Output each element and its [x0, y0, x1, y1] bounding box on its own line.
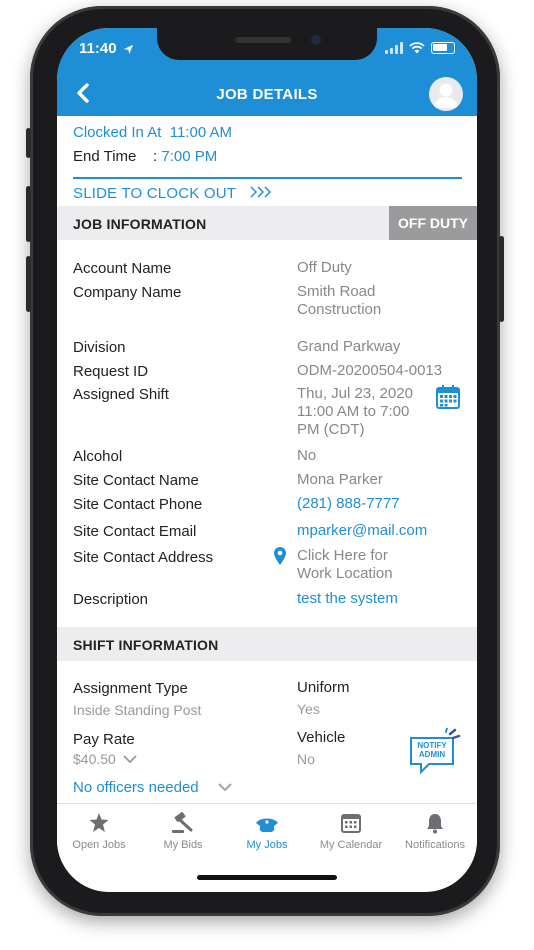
- assigned-shift-value: Thu, Jul 23, 2020 11:00 AM to 7:00 PM (C…: [297, 385, 413, 439]
- battery-icon: [431, 42, 455, 54]
- gavel-icon: [172, 812, 193, 833]
- pay-rate-dropdown[interactable]: $40.50: [73, 751, 138, 767]
- wifi-icon: [409, 42, 425, 54]
- off-duty-badge: OFF DUTY: [389, 206, 477, 240]
- job-information-header: JOB INFORMATION OFF DUTY: [57, 206, 477, 240]
- tab-bar: Open Jobs My Bids My Jobs My Calendar No…: [57, 803, 477, 863]
- officers-value: No officers needed: [73, 779, 199, 796]
- triple-chevron-right-icon[interactable]: [249, 184, 273, 205]
- home-indicator[interactable]: [197, 875, 337, 880]
- company-name-label: Company Name: [73, 284, 182, 301]
- location-arrow-icon: [123, 42, 134, 60]
- vehicle-label: Vehicle: [297, 729, 346, 746]
- screen: 11:40 JOB DETAILS Clocked In At 11:00 AM…: [57, 28, 477, 892]
- work-location-line2: Work Location: [297, 565, 393, 582]
- site-contact-email-label: Site Contact Email: [73, 523, 197, 540]
- tab-label: Notifications: [405, 839, 465, 851]
- end-time-value: 7:00 PM: [161, 148, 218, 165]
- clock-panel: Clocked In At 11:00 AM End Time : 7:00 P…: [57, 116, 477, 202]
- site-contact-phone-link[interactable]: (281) 888-7777: [297, 495, 400, 513]
- division-value: Grand Parkway: [297, 338, 401, 355]
- account-name-value: Off Duty: [297, 259, 352, 276]
- section-title: JOB INFORMATION: [73, 216, 207, 232]
- uniform-label: Uniform: [297, 679, 350, 696]
- tab-open-jobs[interactable]: Open Jobs: [57, 804, 141, 863]
- tab-label: My Calendar: [319, 839, 383, 851]
- tab-label: My Bids: [163, 839, 203, 851]
- site-contact-phone-label: Site Contact Phone: [73, 496, 203, 513]
- work-location-link[interactable]: Click Here for Work Location: [297, 547, 393, 583]
- badge-star-icon: [89, 813, 109, 832]
- pay-rate-label: Pay Rate: [73, 731, 135, 748]
- notify-line2: ADMIN: [419, 750, 445, 759]
- shift-information-header: SHIFT INFORMATION: [57, 627, 477, 661]
- alcohol-value: No: [297, 447, 317, 464]
- speaker: [235, 37, 291, 43]
- notch: [157, 28, 377, 60]
- site-contact-email-link[interactable]: mparker@mail.com: [297, 522, 427, 540]
- clocked-in-value: 11:00 AM: [169, 124, 232, 141]
- site-contact-name-label: Site Contact Name: [73, 472, 199, 489]
- request-id-value: ODM-20200504-0013: [297, 362, 443, 379]
- assigned-shift-line3: PM (CDT): [297, 421, 365, 438]
- vehicle-value: No: [297, 751, 315, 767]
- user-icon: [434, 83, 458, 108]
- chevron-down-icon: [123, 755, 137, 764]
- divider: [73, 177, 462, 179]
- assigned-shift-label: Assigned Shift: [73, 386, 169, 403]
- assigned-shift-line2: 11:00 AM to 7:00: [297, 403, 410, 420]
- end-time-row: End Time : 7:00 PM: [73, 148, 217, 165]
- notify-line1: NOTIFY: [417, 741, 447, 750]
- clocked-in-label: Clocked In At: [73, 124, 162, 141]
- tab-label: Open Jobs: [72, 839, 126, 851]
- work-location-line1: Click Here for: [297, 547, 388, 564]
- tab-my-jobs[interactable]: My Jobs: [225, 804, 309, 863]
- assignment-type-value: Inside Standing Post: [73, 702, 202, 718]
- status-icons: [385, 42, 455, 54]
- phone-power-button: [499, 236, 504, 322]
- nav-bar: JOB DETAILS: [57, 72, 477, 116]
- signal-icon: [385, 42, 403, 54]
- tab-label: My Jobs: [246, 839, 288, 851]
- description-label: Description: [73, 591, 149, 608]
- company-name-line2: Construction: [297, 301, 382, 318]
- location-pin-icon[interactable]: [273, 546, 287, 571]
- phone-volume-down: [26, 256, 31, 312]
- end-time-separator: :: [153, 148, 158, 165]
- alcohol-label: Alcohol: [73, 448, 123, 465]
- company-name-value: Smith Road Construction: [297, 283, 381, 319]
- calendar-icon[interactable]: [435, 384, 461, 415]
- tab-notifications[interactable]: Notifications: [393, 804, 477, 863]
- request-id-label: Request ID: [73, 363, 149, 380]
- officers-dropdown[interactable]: No officers needed: [73, 779, 233, 796]
- description-value[interactable]: test the system: [297, 590, 398, 608]
- chevron-down-icon: [218, 783, 232, 792]
- uniform-value: Yes: [297, 701, 320, 717]
- section-title: SHIFT INFORMATION: [73, 637, 219, 653]
- status-time: 11:40: [79, 40, 117, 57]
- tab-my-bids[interactable]: My Bids: [141, 804, 225, 863]
- clocked-in-row: Clocked In At 11:00 AM: [73, 124, 232, 141]
- assigned-shift-line1: Thu, Jul 23, 2020: [297, 385, 413, 402]
- end-time-label: End Time: [73, 148, 137, 165]
- page-title: JOB DETAILS: [216, 86, 318, 103]
- account-name-label: Account Name: [73, 260, 172, 277]
- assignment-type-label: Assignment Type: [73, 680, 188, 697]
- camera: [311, 35, 321, 45]
- tab-my-calendar[interactable]: My Calendar: [309, 804, 393, 863]
- site-contact-address-label: Site Contact Address: [73, 549, 214, 566]
- police-cap-icon: [256, 818, 278, 832]
- phone-volume-up: [26, 186, 31, 242]
- bell-icon: [427, 814, 443, 834]
- calendar-icon: [341, 814, 361, 833]
- avatar[interactable]: [429, 77, 463, 111]
- company-name-line1: Smith Road: [297, 283, 376, 300]
- site-contact-name-value: Mona Parker: [297, 471, 383, 488]
- notify-admin-button[interactable]: NOTIFY ADMIN: [409, 727, 461, 781]
- division-label: Division: [73, 339, 126, 356]
- pay-rate-value: $40.50: [73, 751, 116, 767]
- slide-to-clock-out[interactable]: SLIDE TO CLOCK OUT: [73, 185, 236, 202]
- phone-side-button: [26, 128, 31, 158]
